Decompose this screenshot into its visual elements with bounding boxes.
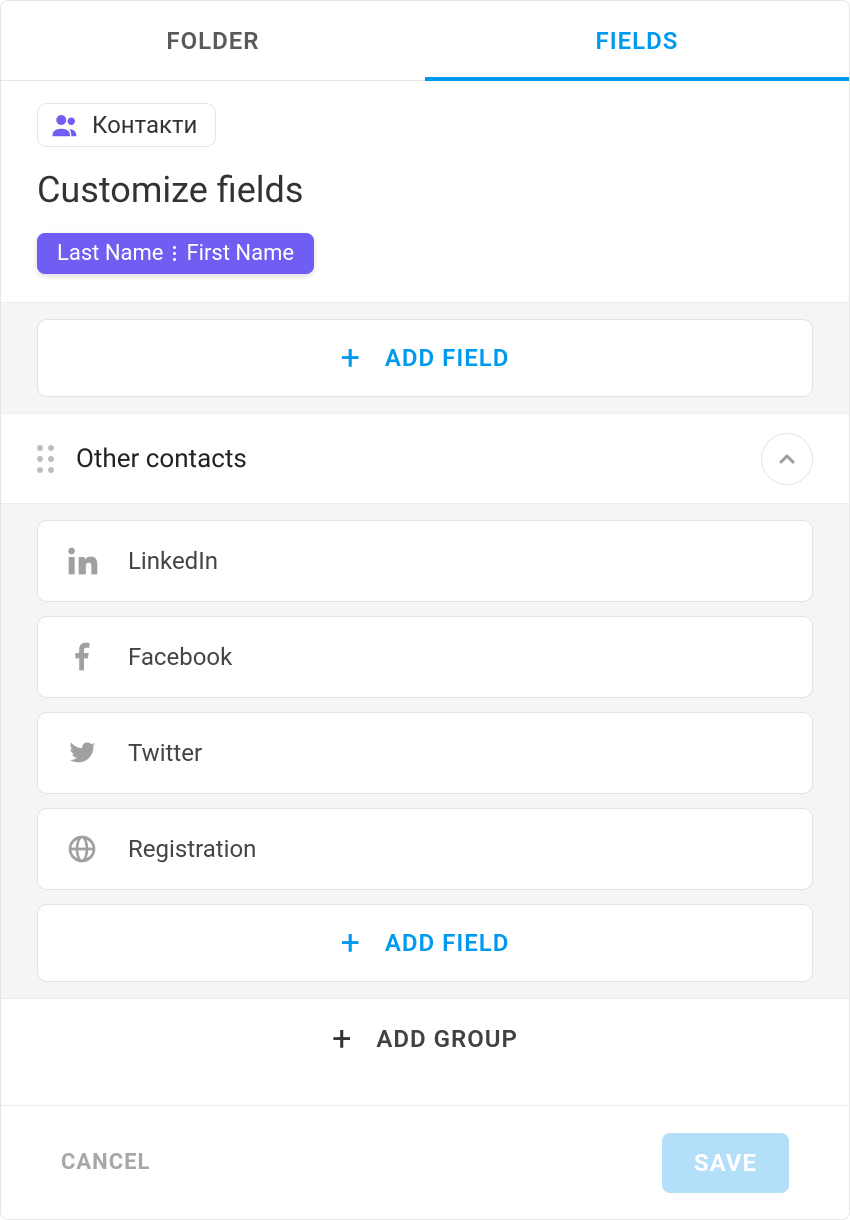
field-item-registration[interactable]: Registration [37, 808, 813, 890]
field-item-linkedin[interactable]: LinkedIn [37, 520, 813, 602]
section-body-group: LinkedIn Facebook Twitter [1, 503, 849, 998]
people-icon [50, 110, 80, 140]
cancel-button[interactable]: CANCEL [61, 1150, 150, 1175]
field-label: LinkedIn [128, 547, 218, 575]
add-field-button-group[interactable]: + ADD FIELD [37, 904, 813, 982]
spacer [1, 1078, 849, 1105]
twitter-icon [64, 737, 100, 769]
save-button[interactable]: SAVE [662, 1133, 789, 1193]
folder-badge-label: Контакти [92, 111, 197, 139]
linkedin-icon [64, 545, 100, 577]
name-pill-right: First Name [186, 241, 294, 266]
collapse-button[interactable] [761, 433, 813, 485]
globe-icon [64, 833, 100, 865]
group-title: Other contacts [76, 444, 739, 474]
field-label: Facebook [128, 643, 232, 671]
drag-separator-icon [173, 246, 176, 261]
field-label: Twitter [128, 739, 202, 767]
name-pill-left: Last Name [57, 241, 163, 266]
plus-icon: + [332, 1022, 352, 1056]
field-item-facebook[interactable]: Facebook [37, 616, 813, 698]
add-group-label: ADD GROUP [376, 1025, 518, 1053]
tab-fields[interactable]: FIELDS [425, 1, 849, 80]
plus-icon: + [341, 926, 361, 960]
page-title: Customize fields [37, 169, 813, 211]
plus-icon: + [341, 341, 361, 375]
chevron-up-icon [775, 447, 799, 471]
tab-folder[interactable]: FOLDER [1, 1, 425, 80]
field-item-twitter[interactable]: Twitter [37, 712, 813, 794]
add-group-button[interactable]: + ADD GROUP [1, 998, 849, 1078]
add-field-label: ADD FIELD [385, 929, 510, 957]
add-field-label: ADD FIELD [385, 344, 510, 372]
folder-badge[interactable]: Контакти [37, 103, 216, 147]
drag-handle-icon[interactable] [37, 445, 54, 473]
section-body-top: + ADD FIELD [1, 302, 849, 413]
footer: CANCEL SAVE [1, 1105, 849, 1219]
field-label: Registration [128, 835, 256, 863]
facebook-icon [64, 641, 100, 673]
header: Контакти Customize fields Last Name Firs… [1, 81, 849, 302]
tabs: FOLDER FIELDS [1, 1, 849, 81]
name-format-pill[interactable]: Last Name First Name [37, 233, 314, 274]
customize-fields-panel: FOLDER FIELDS Контакти Customize fields … [0, 0, 850, 1220]
add-field-button-top[interactable]: + ADD FIELD [37, 319, 813, 397]
group-header-other-contacts[interactable]: Other contacts [1, 413, 849, 503]
